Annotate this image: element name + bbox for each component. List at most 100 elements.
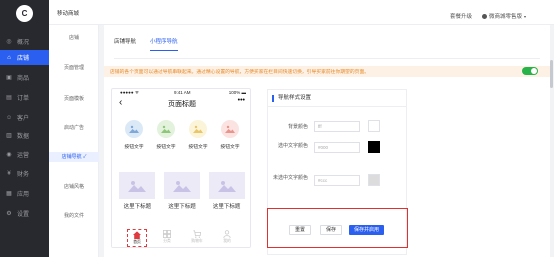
phone-page-title: 页面标题 [168, 101, 196, 108]
image-placeholder-icon [157, 120, 175, 138]
order-icon: ▤ [6, 94, 12, 101]
page-scrollbar[interactable] [550, 60, 553, 88]
subnav-item-shop[interactable]: 店铺 [49, 33, 99, 43]
sidebar-item-operations[interactable]: ◉ 运营 [0, 147, 49, 162]
save-button[interactable]: 保存 [320, 225, 342, 235]
more-dots-icon: ••• [237, 97, 245, 104]
nav-tabs: 店铺导航 小程序导航 [114, 37, 192, 51]
main-content: 店铺导航 小程序导航 店铺的各个页面可以通过导航串联起来。通过精心设置的导航，方… [104, 25, 550, 257]
selected-text-color-input[interactable]: #000 [314, 142, 360, 153]
top-header: 移动商城 套餐升级 微商城零售版 ▾ [49, 0, 554, 25]
logo-text: C [21, 9, 28, 18]
selected-text-color-swatch[interactable] [368, 141, 380, 153]
image-card: 这里下标题 [117, 172, 157, 210]
account-menu[interactable]: 微商城零售版 ▾ [482, 12, 526, 20]
subnav-item-my-files[interactable]: 我的文件 [49, 211, 99, 221]
sidebar-item-label: 客户 [17, 116, 30, 122]
sidebar-item-label: 店铺 [17, 56, 30, 62]
customer-icon: ☺ [5, 114, 13, 121]
icon-button-label: 按钮文字 [124, 145, 144, 150]
operation-icon: ◉ [6, 151, 12, 158]
subnav-item-shop-style[interactable]: 店铺风格 [49, 182, 99, 192]
image-placeholder-icon [189, 120, 207, 138]
sidebar-item-apps[interactable]: ▦ 应用 [0, 186, 49, 201]
status-time: 9:41 AM [174, 90, 191, 95]
finance-icon: ¥ [7, 170, 11, 177]
icon-button-label: 按钮文字 [188, 145, 208, 150]
subnav-item-page-management[interactable]: 页面管理 [49, 63, 99, 73]
bg-color-swatch[interactable] [368, 120, 380, 132]
account-label: 微商城零售版 [489, 14, 523, 20]
phone-page-header: ‹ 页面标题 ••• [112, 97, 250, 110]
bg-color-label: 背景颜色 [287, 124, 308, 130]
upgrade-link[interactable]: 套餐升级 [450, 12, 472, 20]
category-icon [163, 230, 171, 238]
sidebar-item-label: 应用 [17, 192, 30, 198]
tab-divider [114, 58, 540, 59]
reset-button[interactable]: 重置 [289, 225, 311, 235]
signal-indicator: ●●●●● ᯤ [120, 90, 139, 95]
subnav-item-shop-navigation[interactable]: 店铺导航 ✓ [49, 152, 99, 162]
icon-button: 按钮文字 [151, 120, 181, 150]
image-card-title: 这里下标题 [123, 204, 152, 210]
shop-icon: ⌂ [7, 54, 11, 61]
sidebar-item-orders[interactable]: ▤ 订单 [0, 90, 49, 105]
sidebar-item-label: 设置 [17, 212, 30, 218]
goods-icon: ▣ [6, 74, 12, 81]
image-placeholder-icon [163, 172, 200, 199]
tab-miniprogram-navigation[interactable]: 小程序导航 [150, 37, 178, 51]
image-card: 这里下标题 [162, 172, 202, 210]
sidebar-item-settings[interactable]: ⚙ 设置 [0, 206, 49, 221]
icon-button: 按钮文字 [183, 120, 213, 150]
sidebar-item-label: 商品 [17, 76, 30, 82]
sidebar-item-customers[interactable]: ☺ 客户 [0, 110, 49, 125]
sidebar-item-label: 财务 [17, 172, 30, 178]
apps-icon: ▦ [6, 190, 12, 197]
chevron-down-icon: ▾ [524, 13, 527, 19]
sidebar-item-label: 订单 [17, 96, 30, 102]
tab-shop-navigation[interactable]: 店铺导航 [114, 37, 136, 51]
tabbar-item-mine[interactable]: 我的 [217, 229, 237, 247]
tabbar-label: 我的 [223, 239, 231, 243]
image-placeholder-icon [208, 172, 245, 199]
battery-indicator: 100% ▬ [228, 90, 246, 95]
unselected-text-color-input[interactable]: #ccc [314, 175, 360, 186]
icon-button-label: 按钮文字 [156, 145, 176, 150]
image-placeholder-icon [221, 120, 239, 138]
tabbar-item-category[interactable]: 分类 [157, 229, 177, 247]
phone-status-bar: ●●●●● ᯤ 9:41 AM 100% ▬ [112, 89, 250, 97]
sidebar-item-finance[interactable]: ¥ 财务 [0, 166, 49, 181]
main-sidebar: C ◎ 概况 ⌂ 店铺 ▣ 商品 ▤ 订单 ☺ 客户 ▥ 数据 ◉ 运营 ¥ 财务 ▦ 应用 ⚙ 设… [0, 0, 49, 257]
store-logo[interactable]: C [16, 5, 33, 22]
home-icon: ◎ [6, 38, 12, 45]
sidebar-item-label: 数据 [17, 134, 30, 140]
sidebar-item-goods[interactable]: ▣ 商品 [0, 70, 49, 85]
subnav-item-launch-ad[interactable]: 启动广告 [49, 123, 99, 133]
sidebar-item-data[interactable]: ▥ 数据 [0, 128, 49, 143]
subnav-item-page-templates[interactable]: 页面模板 [49, 94, 99, 104]
unselected-text-color-swatch[interactable] [368, 174, 380, 186]
phone-image-list: 这里下标题 这里下标题 这里下标题 [112, 172, 250, 210]
app-root: C ◎ 概况 ⌂ 店铺 ▣ 商品 ▤ 订单 ☺ 客户 ▥ 数据 ◉ 运营 ¥ 财务 ▦ 应用 ⚙ 设… [0, 0, 554, 257]
phone-preview: ●●●●● ᯤ 9:41 AM 100% ▬ ‹ 页面标题 ••• 按钮文字 按… [111, 88, 251, 248]
panel-title: 导航样式设置 [272, 95, 311, 102]
sidebar-item-overview[interactable]: ◎ 概况 [0, 34, 49, 49]
home-icon [133, 231, 141, 239]
navigation-enable-toggle[interactable] [522, 67, 538, 75]
icon-button: 按钮文字 [119, 120, 149, 150]
unselected-text-color-label: 未选中文字颜色 [272, 175, 308, 181]
user-icon [223, 230, 231, 238]
app-title: 移动商城 [57, 11, 80, 17]
save-and-enable-button[interactable]: 保存并启用 [349, 225, 384, 235]
tabbar-item-home[interactable]: 首页 [127, 229, 147, 247]
data-icon: ▥ [6, 132, 12, 139]
selected-text-color-label: 选中文字颜色 [277, 143, 308, 149]
image-card-title: 这里下标题 [212, 204, 241, 210]
tabbar-item-cart[interactable]: 购物车 [187, 229, 207, 247]
notice-banner: 店铺的各个页面可以通过导航串联起来。通过精心设置的导航，方便买家在栏目间快速切换… [104, 66, 550, 77]
sidebar-item-shop[interactable]: ⌂ 店铺 [0, 50, 49, 65]
sidebar-item-label: 运营 [17, 153, 30, 159]
shop-subnav: 店铺 页面管理 页面模板 启动广告 店铺导航 ✓ 店铺风格 我的文件 [49, 25, 99, 257]
bg-color-input[interactable]: fff [314, 121, 360, 132]
sidebar-item-label: 概况 [17, 40, 30, 46]
